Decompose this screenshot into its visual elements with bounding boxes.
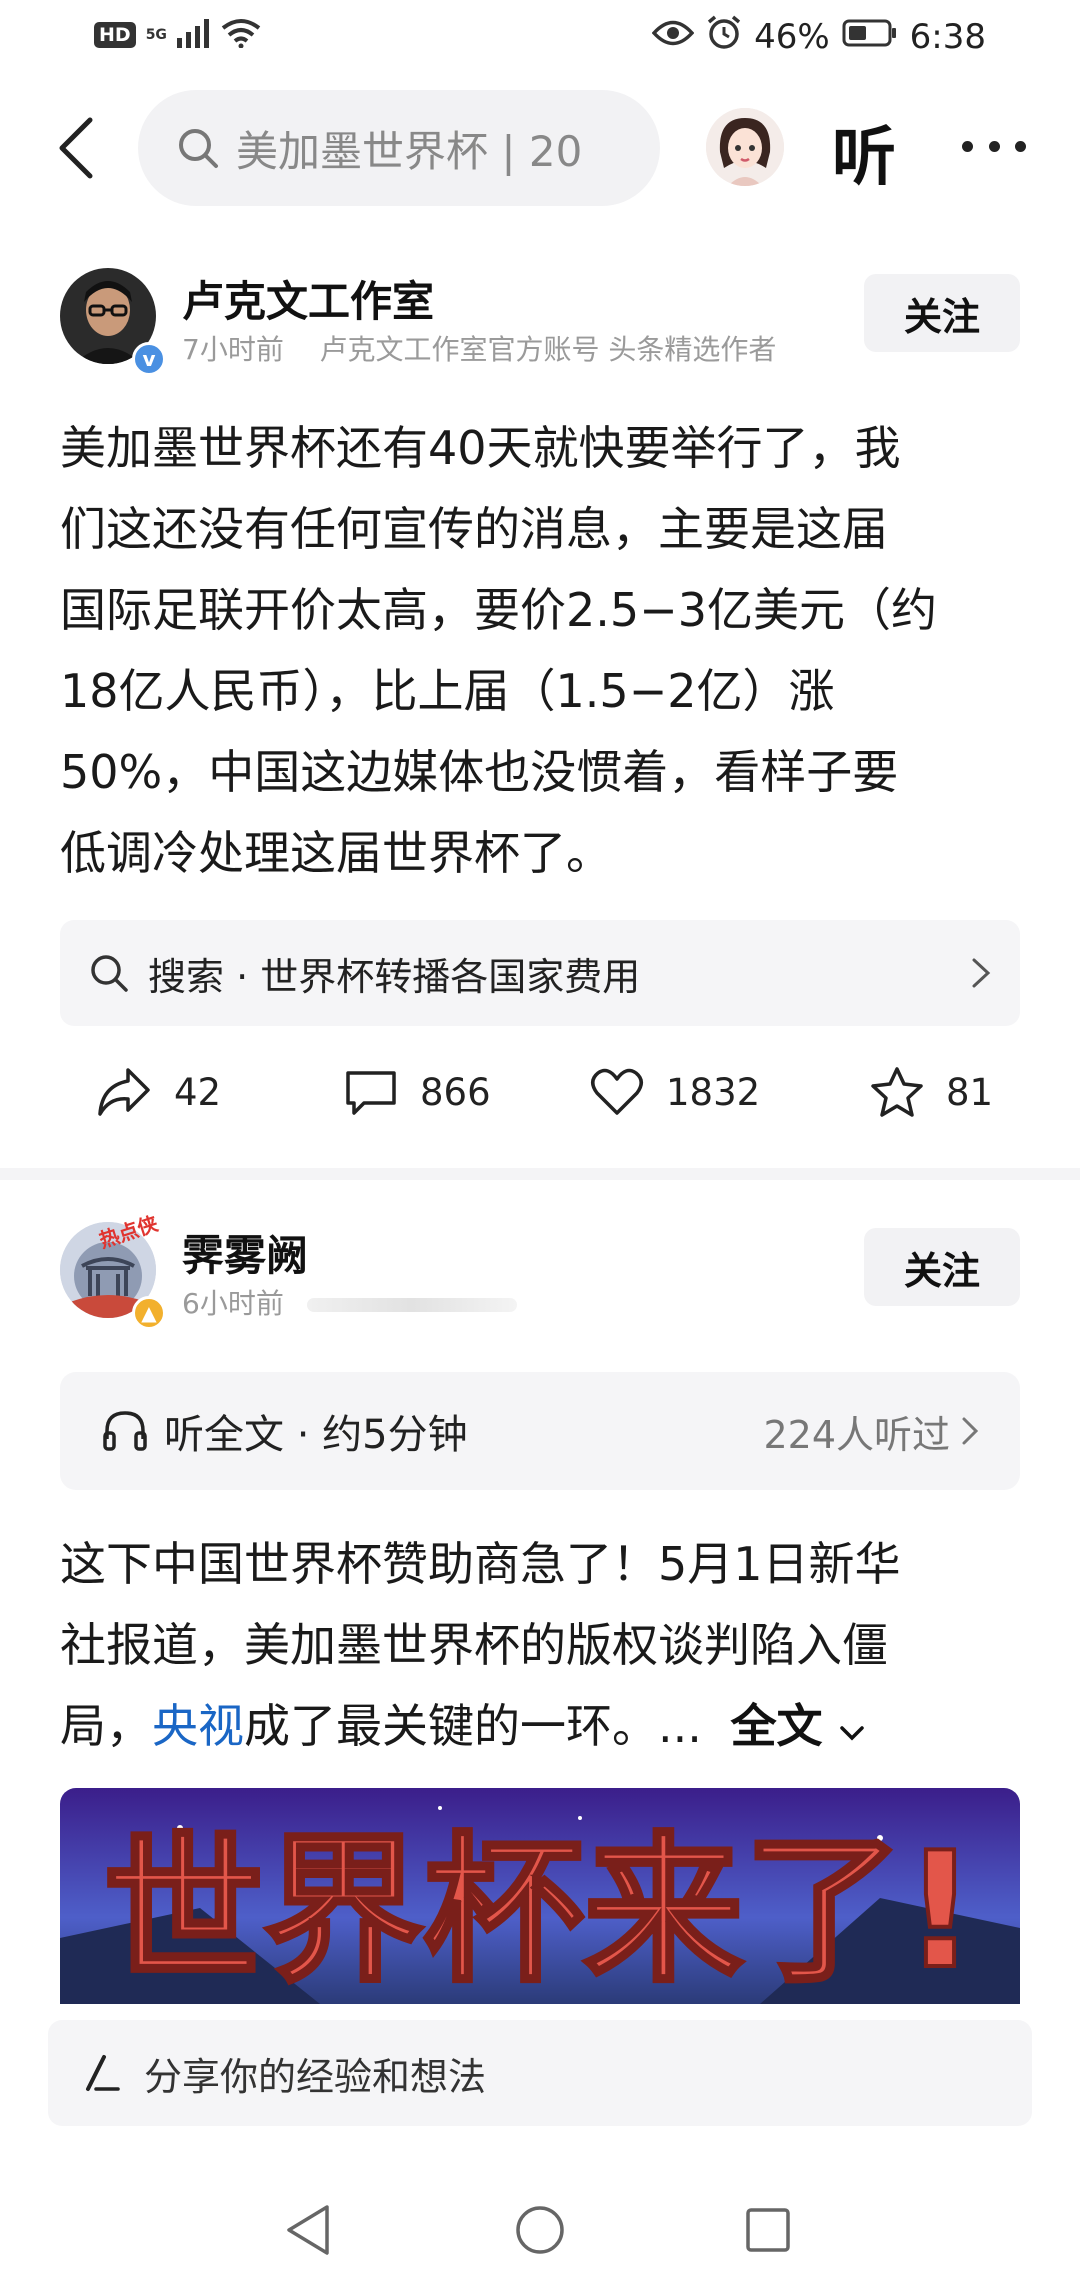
more-dot-icon: [962, 140, 973, 152]
cctv-link[interactable]: 央视: [152, 1699, 244, 1753]
chevron-right-icon: [962, 1417, 979, 1445]
favorite-button[interactable]: 81: [870, 1052, 993, 1132]
world-cup-banner-image: 世界杯来了!: [60, 1788, 1020, 2004]
battery-level: 46%: [754, 16, 830, 57]
status-right: 46% 6:38: [651, 14, 986, 59]
like-button[interactable]: 1832: [590, 1052, 760, 1132]
post1-header: v 卢克文工作室 7小时前 卢克文工作室官方账号 头条精选作者 关注: [60, 268, 1020, 376]
top-navigation: 美加墨世界杯 | 20 听: [0, 88, 1080, 208]
post2-header: 热点侠 ▲ 霁雾阙 6小时前 关注: [60, 1211, 1020, 1330]
banner-text: 世界杯来了!: [104, 1817, 977, 2004]
follow-button[interactable]: 关注: [864, 274, 1020, 352]
post-text-line: 低调冷处理这届世界杯了。: [60, 826, 612, 880]
follow-button[interactable]: 关注: [864, 1228, 1020, 1306]
search-input[interactable]: 美加墨世界杯 | 20: [138, 90, 660, 206]
listen-count: 224人听过: [763, 1412, 950, 1457]
post-text-segment: 局，: [60, 1699, 152, 1753]
post-meta: 7小时前 卢克文工作室官方账号 头条精选作者: [182, 328, 776, 368]
verified-badge-icon: v: [132, 342, 166, 376]
search-icon: [179, 129, 218, 168]
star-icon: [871, 1067, 923, 1117]
listen-full-text-button[interactable]: 听全文 · 约5分钟 224人听过: [60, 1372, 1020, 1490]
nav-back-button[interactable]: [276, 2198, 340, 2262]
comment-button[interactable]: 866: [344, 1052, 491, 1132]
author-description: 卢克文工作室官方账号 头条精选作者: [319, 333, 777, 366]
eye-icon: [651, 17, 695, 57]
alarm-icon: [706, 14, 742, 59]
post-text-line: 50%，中国这边媒体也没惯着，看样子要: [60, 745, 899, 799]
signal-icon: [176, 18, 211, 52]
like-count: 1832: [666, 1070, 761, 1114]
avatar-illustration-icon: [706, 108, 784, 186]
hd-badge: HD: [94, 22, 136, 48]
circle-home-icon: [516, 2206, 564, 2254]
heart-icon: [591, 1068, 643, 1115]
headphones-icon: [103, 1411, 147, 1451]
chevron-down-icon: [839, 1726, 864, 1741]
square-recents-icon: [746, 2208, 790, 2252]
post-text-line: 们这还没有任何宣传的消息，主要是这届: [60, 502, 888, 556]
user-avatar[interactable]: [706, 108, 784, 186]
search-icon: [91, 955, 128, 992]
post-meta: 6小时前: [182, 1282, 517, 1322]
share-button[interactable]: 42: [96, 1052, 221, 1132]
listen-button[interactable]: 听: [832, 106, 896, 198]
more-dot-icon: [1015, 140, 1026, 152]
triangle-back-icon: [287, 2205, 329, 2255]
post-text-line: 18亿人民币），比上届（1.5−2亿）涨: [60, 664, 835, 718]
comment-placeholder: 分享你的经验和想法: [144, 2054, 487, 2099]
post1-body[interactable]: 美加墨世界杯还有40天就快要举行了，我 们这还没有任何宣传的消息，主要是这届 国…: [60, 408, 1020, 894]
chevron-left-icon: [59, 117, 93, 179]
post-text-line: 社报道，美加墨世界杯的版权谈判陷入僵: [60, 1618, 888, 1672]
comment-icon: [346, 1071, 396, 1115]
share-count: 42: [174, 1070, 222, 1114]
search-query: 美加墨世界杯 | 20: [236, 126, 583, 176]
status-bar: HD 5G 46% 6:38: [0, 0, 1080, 72]
post1-action-bar: 42 866 1832 81: [60, 1052, 1020, 1132]
post-text-line: 这下中国世界杯赞助商急了！5月1日新华: [60, 1537, 901, 1591]
full-text-button[interactable]: 全文: [731, 1699, 865, 1753]
post-image[interactable]: 世界杯来了!: [60, 1788, 1020, 2004]
listen-label-group: 听全文 · 约5分钟: [102, 1372, 468, 1490]
post-time: 6小时前: [182, 1287, 284, 1320]
chevron-right-icon: [972, 958, 991, 988]
share-icon: [98, 1068, 150, 1116]
blurred-meta: [306, 1298, 517, 1312]
post-text-line: 美加墨世界杯还有40天就快要举行了，我: [60, 421, 901, 475]
full-text-label: 全文: [730, 1699, 823, 1753]
comment-input[interactable]: 分享你的经验和想法: [48, 2020, 1032, 2126]
back-button[interactable]: [48, 112, 104, 184]
wifi-icon: [221, 18, 261, 52]
post-time: 7小时前: [182, 333, 284, 366]
post-text-line: 国际足联开价太高，要价2.5−3亿美元（约: [60, 583, 937, 637]
more-options-button[interactable]: [962, 122, 1026, 170]
related-search-button[interactable]: 搜索 · 世界杯转播各国家费用: [60, 920, 1020, 1026]
section-divider: [0, 1168, 1080, 1180]
gold-badge-icon: ▲: [132, 1296, 166, 1330]
nav-recents-button[interactable]: [736, 2198, 800, 2262]
comment-count: 866: [420, 1070, 491, 1114]
post2-body[interactable]: 这下中国世界杯赞助商急了！5月1日新华 社报道，美加墨世界杯的版权谈判陷入僵 局…: [60, 1524, 1020, 1767]
system-navigation-bar: [0, 2180, 1080, 2280]
post-text-segment: 成了最关键的一环。...: [244, 1699, 702, 1753]
battery-icon: [842, 17, 898, 57]
status-left: HD 5G: [94, 18, 261, 52]
nav-home-button[interactable]: [508, 2198, 572, 2262]
clock-time: 6:38: [909, 16, 986, 57]
network-label: 5G: [145, 27, 167, 43]
listen-count-group: 224人听过: [763, 1372, 980, 1490]
author-name[interactable]: 卢克文工作室: [182, 268, 434, 329]
related-search-label: 搜索 · 世界杯转播各国家费用: [148, 954, 641, 999]
listen-label: 听全文 · 约5分钟: [164, 1412, 468, 1458]
author-name[interactable]: 霁雾阙: [182, 1222, 308, 1283]
post-text-line: 局，央视成了最关键的一环。... 全文: [60, 1686, 1020, 1767]
favorite-count: 81: [946, 1070, 994, 1114]
more-dot-icon: [988, 140, 1000, 152]
pen-icon: [86, 2055, 120, 2091]
